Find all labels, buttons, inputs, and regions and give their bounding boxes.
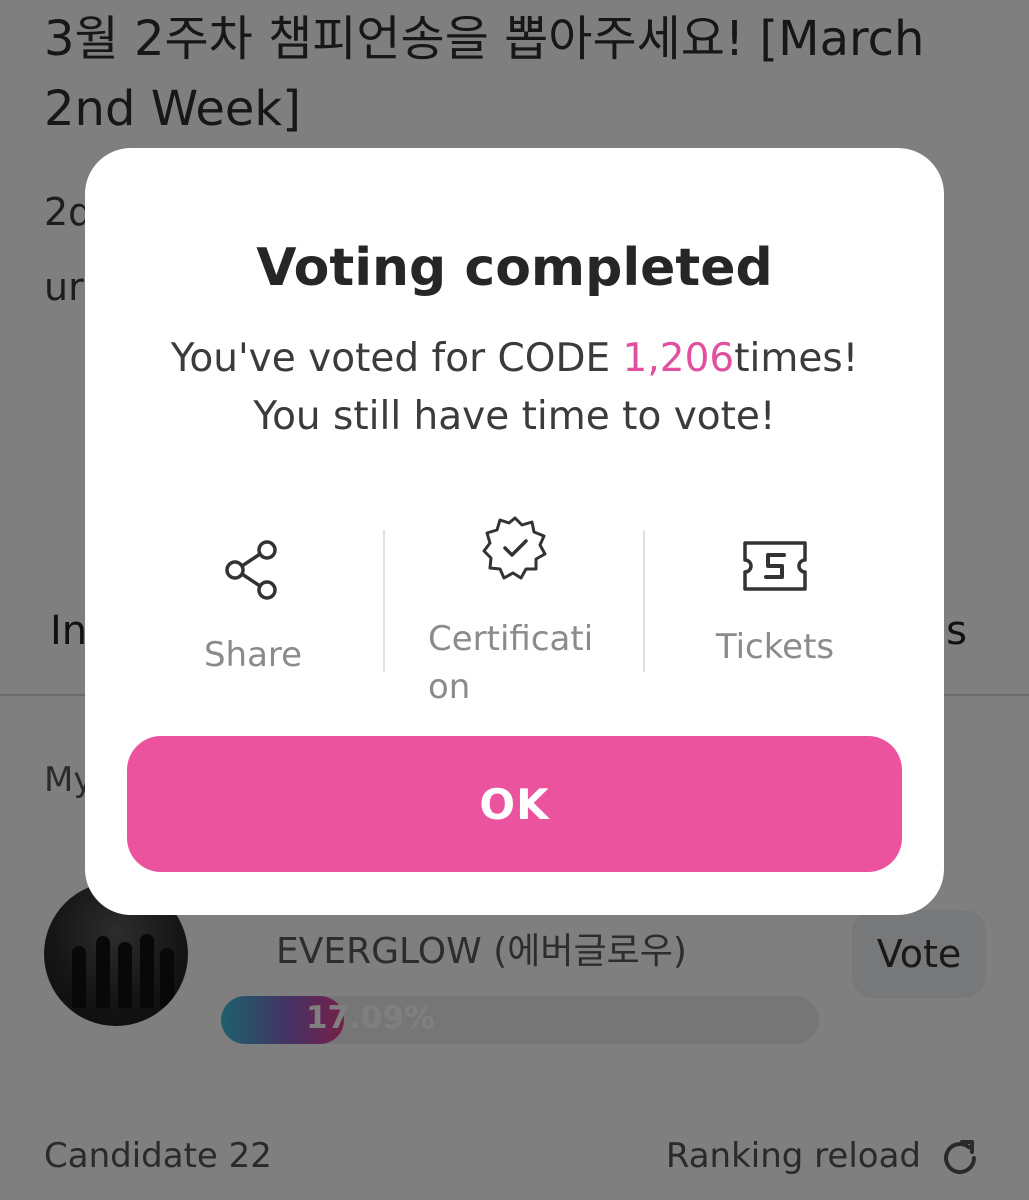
share-icon bbox=[225, 540, 277, 600]
tickets-action[interactable]: Tickets bbox=[700, 538, 850, 667]
vote-count-message: You've voted for CODE 1,206times! bbox=[0, 336, 1029, 381]
vote-message-prefix: You've voted for CODE bbox=[170, 336, 623, 381]
vote-message-suffix: times! bbox=[734, 336, 859, 381]
certification-label: Certification bbox=[428, 619, 594, 707]
ok-button[interactable]: OK bbox=[127, 736, 902, 872]
action-divider bbox=[383, 530, 385, 672]
time-remaining-message: You still have time to vote! bbox=[253, 394, 776, 439]
tickets-label: Tickets bbox=[715, 627, 835, 667]
ticket-icon bbox=[743, 541, 807, 591]
certification-action[interactable]: Certification bbox=[420, 514, 610, 711]
dialog-title: Voting completed bbox=[256, 238, 773, 298]
share-label: Share bbox=[203, 635, 303, 675]
vote-count: 1,206 bbox=[622, 336, 735, 381]
action-divider bbox=[643, 530, 645, 672]
certification-badge-icon bbox=[482, 516, 547, 580]
share-action[interactable]: Share bbox=[178, 538, 328, 675]
